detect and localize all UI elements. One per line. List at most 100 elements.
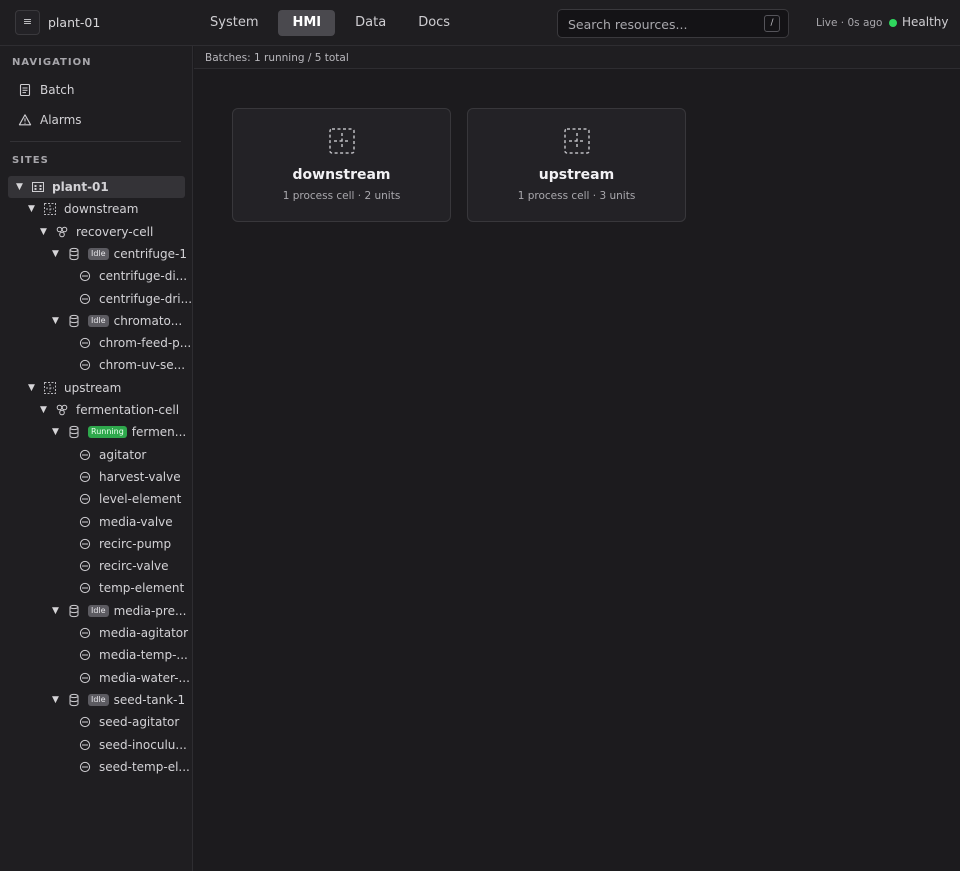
area-icon <box>329 128 355 154</box>
card-title: upstream <box>538 167 615 183</box>
chevron-down-icon[interactable]: ▼ <box>16 182 28 192</box>
tree-item-equipment[interactable]: recirc-pump <box>78 533 171 555</box>
tree-item-equipment[interactable]: seed-agitator <box>78 711 179 733</box>
top-bar: ≡ plant-01 System HMI Data Docs Search r… <box>0 0 960 46</box>
tree-item-label: seed-agitator <box>99 715 180 730</box>
equipment-icon <box>79 672 91 683</box>
tree-item-equipment[interactable]: seed-inoculu... <box>78 734 187 756</box>
menu-button[interactable]: ≡ <box>15 10 40 35</box>
chevron-down-icon[interactable]: ▼ <box>52 427 64 437</box>
tree-item-equipment[interactable]: chrom-uv-se... <box>78 354 185 376</box>
tree-item-unit[interactable]: ▼ Idle media-pre... <box>52 600 186 622</box>
equipment-icon <box>79 494 91 505</box>
tree-item-equipment[interactable]: chrom-feed-p... <box>78 332 191 354</box>
area-card-upstream[interactable]: upstream 1 process cell · 3 units <box>467 108 686 222</box>
unit-icon <box>69 247 79 260</box>
tree-item-equipment[interactable]: media-temp-... <box>78 644 188 666</box>
health-status-dot-icon <box>889 19 897 27</box>
chevron-down-icon[interactable]: ▼ <box>52 249 64 259</box>
tree-item-area[interactable]: ▼ upstream <box>28 377 121 399</box>
tree-item-equipment[interactable]: seed-temp-el... <box>78 756 190 778</box>
card-subtitle: 1 process cell · 2 units <box>282 190 401 202</box>
nav-item-batch[interactable]: Batch <box>18 80 75 100</box>
tab-data[interactable]: Data <box>343 10 398 36</box>
equipment-icon <box>79 271 91 282</box>
tree-item-equipment[interactable]: recirc-valve <box>78 555 169 577</box>
site-icon <box>32 182 44 192</box>
area-icon <box>44 203 56 216</box>
chevron-down-icon[interactable]: ▼ <box>52 695 64 705</box>
nav-item-alarms[interactable]: Alarms <box>18 110 82 130</box>
tree-item-label: upstream <box>64 380 122 395</box>
tree-item-label: seed-inoculu... <box>99 737 187 752</box>
equipment-icon <box>79 560 91 572</box>
tree-item-label: level-element <box>99 492 182 507</box>
tree-item-area[interactable]: ▼ downstream <box>28 198 138 220</box>
hamburger-icon: ≡ <box>22 15 33 28</box>
status-badge: Running <box>88 426 127 439</box>
navigation-section-label: NAVIGATION <box>12 57 92 68</box>
chevron-down-icon[interactable]: ▼ <box>40 227 52 237</box>
tree-item-label: recirc-pump <box>99 536 172 551</box>
tree-item-label: harvest-valve <box>99 469 181 484</box>
tree-item-equipment[interactable]: centrifuge-dri... <box>78 288 192 310</box>
tree-item-label: recovery-cell <box>76 224 154 239</box>
site-name: plant-01 <box>48 15 101 30</box>
card-subtitle: 1 process cell · 3 units <box>517 190 636 202</box>
tree-item-cell[interactable]: ▼ recovery-cell <box>40 221 153 243</box>
chevron-down-icon[interactable]: ▼ <box>52 606 64 616</box>
tree-item-label: centrifuge-1 <box>113 246 187 261</box>
tree-item-equipment[interactable]: media-agitator <box>78 622 188 644</box>
tab-system[interactable]: System <box>198 10 270 36</box>
equipment-icon <box>79 739 91 750</box>
sidebar: NAVIGATION Batch Alarms SITES ▼ plant-01 ▼… <box>0 46 193 871</box>
equipment-icon <box>79 449 91 460</box>
tree-item-equipment[interactable]: media-water-... <box>78 667 190 689</box>
sidebar-divider <box>10 141 181 142</box>
tree-item-cell[interactable]: ▼ fermentation-cell <box>40 399 179 421</box>
health-status: Healthy <box>902 15 949 29</box>
tree-item-unit[interactable]: ▼ Idle chromato... <box>52 310 182 332</box>
tree-item-unit[interactable]: ▼ Idle seed-tank-1 <box>52 689 185 711</box>
tree-item-unit[interactable]: ▼ Running fermen... <box>52 421 186 443</box>
process-cell-icon <box>56 226 68 237</box>
tree-item-label: media-pre... <box>113 603 187 618</box>
equipment-icon <box>79 293 91 304</box>
document-icon <box>19 83 31 97</box>
chevron-down-icon[interactable]: ▼ <box>28 383 40 393</box>
chevron-down-icon[interactable]: ▼ <box>28 204 40 214</box>
tree-item-label: seed-temp-el... <box>99 759 190 774</box>
search-placeholder: Search resources... <box>568 17 688 32</box>
chevron-down-icon[interactable]: ▼ <box>40 405 52 415</box>
tree-item-equipment[interactable]: level-element <box>78 488 181 510</box>
tree-item-equipment[interactable]: temp-element <box>78 577 184 599</box>
equipment-icon <box>79 650 91 661</box>
tree-item-label: chromato... <box>113 313 183 328</box>
chevron-down-icon[interactable]: ▼ <box>52 316 64 326</box>
tree-item-label: seed-tank-1 <box>113 692 186 707</box>
tree-item-equipment[interactable]: centrifuge-di... <box>78 265 187 287</box>
unit-icon <box>69 693 79 706</box>
tree-item-equipment[interactable]: harvest-valve <box>78 466 181 488</box>
warning-icon <box>18 114 32 126</box>
search-shortcut-key: / <box>764 15 780 32</box>
tab-hmi[interactable]: HMI <box>278 10 336 36</box>
main-tabs: System HMI Data Docs <box>198 10 462 36</box>
unit-icon <box>69 314 79 327</box>
nav-item-label: Alarms <box>40 113 82 127</box>
tree-item-label: downstream <box>64 202 139 217</box>
tree-item-equipment[interactable]: media-valve <box>78 511 173 533</box>
status-badge: Idle <box>88 247 109 260</box>
equipment-icon <box>79 516 91 527</box>
tree-item-label: temp-element <box>99 581 185 596</box>
equipment-icon <box>79 627 91 639</box>
tree-item-unit[interactable]: ▼ Idle centrifuge-1 <box>52 243 187 265</box>
tree-item-site[interactable]: ▼ plant-01 <box>8 176 185 198</box>
search-input[interactable]: Search resources... / <box>557 9 789 38</box>
area-card-downstream[interactable]: downstream 1 process cell · 2 units <box>232 108 451 222</box>
area-icon <box>44 381 56 394</box>
status-badge: Idle <box>88 604 109 617</box>
tree-item-label: chrom-feed-p... <box>99 336 192 351</box>
tree-item-equipment[interactable]: agitator <box>78 444 146 466</box>
tab-docs[interactable]: Docs <box>406 10 462 36</box>
